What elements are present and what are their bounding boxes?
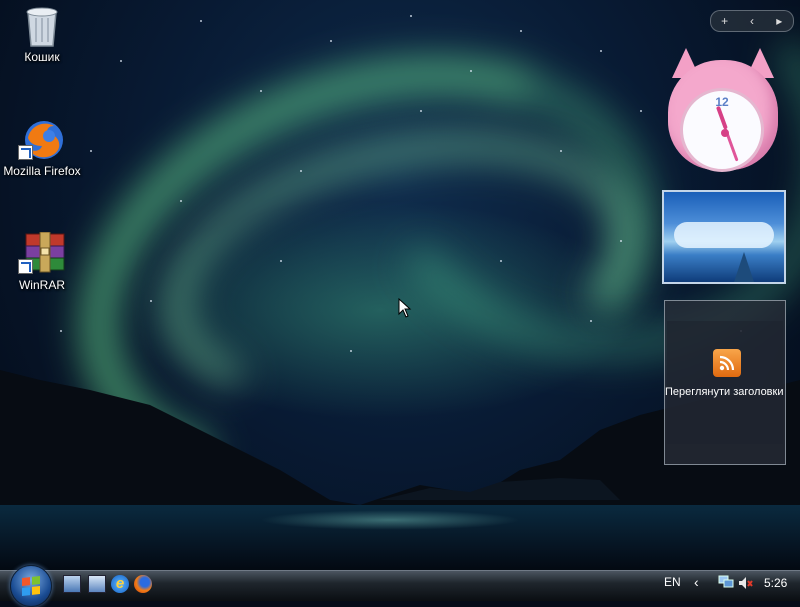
show-hidden-icons-button[interactable]: ‹ xyxy=(694,574,699,590)
star xyxy=(330,40,332,42)
clock-hour-hand xyxy=(715,105,728,130)
star xyxy=(520,30,522,32)
firefox-quicklaunch-icon[interactable] xyxy=(134,575,152,593)
previous-page-button[interactable]: ‹ xyxy=(740,14,764,28)
recycle-bin-label: Кошик xyxy=(24,50,60,64)
desktop-icon-firefox[interactable]: Mozilla Firefox xyxy=(0,118,84,178)
shortcut-arrow-icon xyxy=(18,259,33,274)
view-headlines-link[interactable]: Переглянути заголовки xyxy=(665,386,795,398)
star xyxy=(560,150,562,152)
slideshow-cloud xyxy=(674,222,774,248)
slideshow-pier xyxy=(734,252,754,282)
star xyxy=(60,330,62,332)
star xyxy=(280,260,282,262)
clock-gadget[interactable]: 12 xyxy=(664,48,782,178)
feed-headlines-gadget[interactable]: Переглянути заголовки xyxy=(664,300,786,465)
star xyxy=(600,50,602,52)
desktop-icon-winrar[interactable]: WinRAR xyxy=(0,231,84,292)
star xyxy=(470,70,472,72)
clock-face: 12 xyxy=(680,88,764,172)
star xyxy=(200,20,202,22)
recycle-bin-icon xyxy=(22,4,62,47)
star xyxy=(300,170,302,172)
system-clock[interactable]: 5:26 xyxy=(764,576,787,590)
next-page-button[interactable]: ▸ xyxy=(767,14,791,28)
star xyxy=(350,350,352,352)
volume-muted-icon[interactable] xyxy=(738,576,754,590)
star xyxy=(120,60,122,62)
network-icon[interactable] xyxy=(718,575,734,589)
star xyxy=(180,200,182,202)
firefox-icon xyxy=(18,118,63,160)
clock-twelve: 12 xyxy=(715,95,729,109)
show-desktop-icon[interactable] xyxy=(63,575,81,593)
shortcut-arrow-icon xyxy=(18,145,33,160)
star xyxy=(410,15,412,17)
windows-flag-icon xyxy=(22,576,40,596)
mouse-cursor-icon xyxy=(398,297,412,318)
star xyxy=(420,110,422,112)
star xyxy=(590,320,592,322)
clock-center xyxy=(721,129,729,137)
sidebar-controls: + ‹ ▸ xyxy=(710,10,794,32)
slideshow-gadget[interactable] xyxy=(662,190,786,284)
star xyxy=(500,260,502,262)
switch-windows-icon[interactable] xyxy=(88,575,106,593)
winrar-icon xyxy=(18,231,65,274)
start-button[interactable] xyxy=(10,565,52,607)
add-gadget-button[interactable]: + xyxy=(713,14,737,28)
desktop-icon-recycle-bin[interactable]: Кошик xyxy=(0,4,84,64)
language-indicator[interactable]: EN xyxy=(664,575,681,589)
star xyxy=(640,110,642,112)
internet-explorer-icon[interactable]: e xyxy=(111,575,129,593)
star xyxy=(620,240,622,242)
feed-gadget-body xyxy=(667,321,783,444)
winrar-label: WinRAR xyxy=(18,278,65,292)
star xyxy=(150,300,152,302)
rss-icon xyxy=(713,349,741,377)
star xyxy=(90,150,92,152)
firefox-label: Mozilla Firefox xyxy=(3,164,81,178)
star xyxy=(260,90,262,92)
